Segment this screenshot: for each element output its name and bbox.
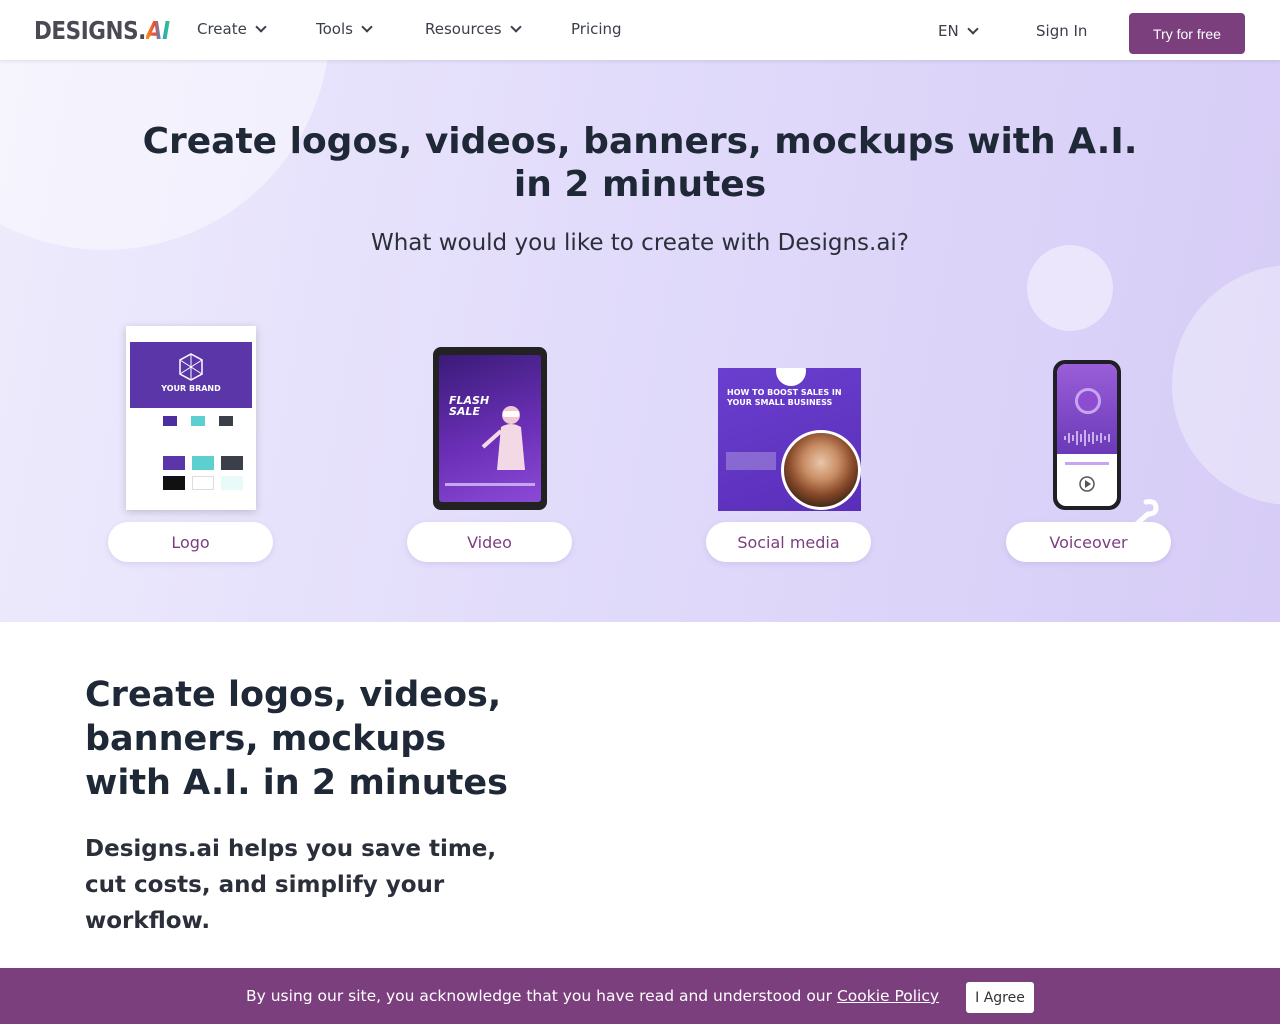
brand-banner xyxy=(130,342,252,408)
logo-variant xyxy=(163,476,185,490)
person-vr-illustration xyxy=(445,406,535,486)
cookie-banner: By using our site, you acknowledge that … xyxy=(0,968,1280,1024)
language-selector[interactable]: EN xyxy=(938,22,979,40)
i-agree-button[interactable]: I Agree xyxy=(966,982,1034,1013)
chevron-down-icon xyxy=(509,21,522,33)
phone-screen xyxy=(1057,364,1117,506)
decorative-circle xyxy=(776,368,806,386)
logo-variant xyxy=(192,456,214,470)
tablet-screen: FLASH SALE xyxy=(439,355,541,502)
video-option-button[interactable]: Video xyxy=(407,522,572,562)
language-label: EN xyxy=(938,22,959,40)
microphone-icon xyxy=(1075,388,1101,414)
logo-variant xyxy=(192,476,214,490)
nav-pricing-link[interactable]: Pricing xyxy=(571,20,622,38)
nav-tools-menu[interactable]: Tools xyxy=(316,20,373,38)
sign-in-link[interactable]: Sign In xyxy=(1036,22,1087,40)
waveform-icon xyxy=(1064,430,1110,446)
designs-ai-logo[interactable]: DESIGNS. AI xyxy=(34,15,170,45)
nav-pricing-label: Pricing xyxy=(571,20,622,38)
logo-option-button[interactable]: Logo xyxy=(108,522,273,562)
nav-resources-menu[interactable]: Resources xyxy=(425,20,522,38)
logo-wordmark: DESIGNS. xyxy=(34,15,146,45)
logo-variant xyxy=(163,456,185,470)
cookie-message: By using our site, you acknowledge that … xyxy=(246,987,939,1005)
chevron-down-icon xyxy=(967,23,979,35)
chevron-down-icon xyxy=(361,21,373,33)
top-navbar: DESIGNS. AI Create Tools Resources Pricin… xyxy=(0,0,1280,60)
social-media-option-button[interactable]: Social media xyxy=(706,522,871,562)
hero-subtitle: What would you like to create with Desig… xyxy=(370,230,910,256)
nav-create-label: Create xyxy=(197,20,247,38)
section-subtitle: Designs.ai helps you save time, cut cost… xyxy=(85,836,497,934)
logo-mockup-image[interactable]: YOUR BRAND xyxy=(126,326,256,510)
try-for-free-button[interactable]: Try for free xyxy=(1129,13,1245,54)
logo-brand-text: YOUR BRAND xyxy=(161,384,221,393)
logo-variant xyxy=(221,456,243,470)
social-headline-text: HOW TO BOOST SALES IN YOUR SMALL BUSINES… xyxy=(727,388,842,407)
speaker-portrait xyxy=(781,430,861,510)
color-swatch xyxy=(163,416,177,426)
recording-panel xyxy=(1057,364,1117,454)
hexagon-logo-icon xyxy=(179,353,203,381)
decorative-circle xyxy=(1172,265,1280,505)
logo-variant xyxy=(221,476,243,490)
cookie-message-text: By using our site, you acknowledge that … xyxy=(246,987,837,1005)
speaker-tag xyxy=(726,452,776,470)
voiceover-option-button[interactable]: Voiceover xyxy=(1006,522,1171,562)
chevron-down-icon xyxy=(255,21,267,33)
cookie-policy-link[interactable]: Cookie Policy xyxy=(837,987,939,1005)
decorative-circle xyxy=(1027,245,1113,331)
nav-resources-label: Resources xyxy=(425,20,502,38)
play-control-icon xyxy=(1065,462,1109,492)
section-title: Create logos, videos, banners, mockups w… xyxy=(85,675,508,803)
nav-tools-label: Tools xyxy=(316,20,353,38)
voiceover-phone-image[interactable] xyxy=(1053,360,1121,510)
color-swatch xyxy=(191,416,205,426)
video-tablet-image[interactable]: FLASH SALE xyxy=(433,347,547,510)
color-swatch xyxy=(219,416,233,426)
logo-ai-mark: AI xyxy=(145,15,170,45)
hero-title: Create logos, videos, banners, mockups w… xyxy=(142,121,1138,205)
social-media-post-image[interactable]: HOW TO BOOST SALES IN YOUR SMALL BUSINES… xyxy=(718,368,861,511)
hero-section: Create logos, videos, banners, mockups w… xyxy=(0,60,1280,622)
nav-create-menu[interactable]: Create xyxy=(197,20,267,38)
